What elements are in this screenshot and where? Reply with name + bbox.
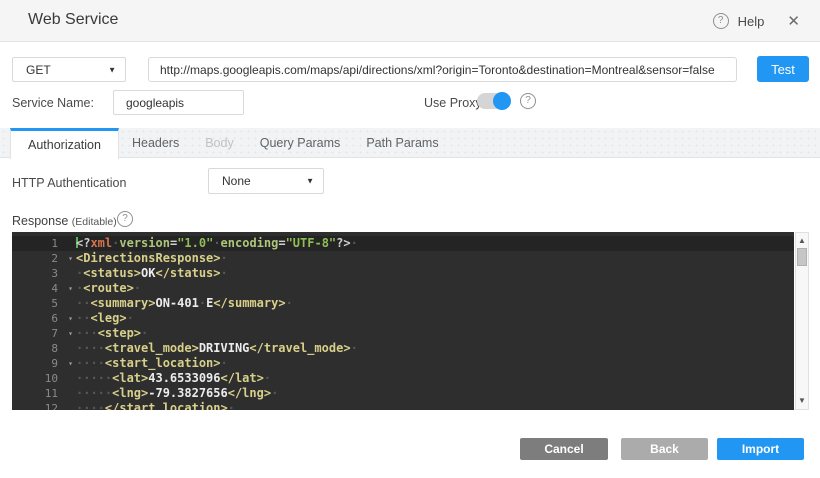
code-text[interactable]: ·····<lng>-79.3827656</lng>· [62,386,278,401]
dialog-header: Web Service ? Help ✕ [0,0,820,42]
proxy-help-icon[interactable]: ? [520,93,536,109]
back-button[interactable]: Back [621,438,708,460]
code-text[interactable]: ····</start_location>· [62,401,235,410]
editor-scrollbar[interactable]: ▲ ▼ [795,232,809,410]
tab-path-params[interactable]: Path Params [353,128,451,157]
code-text[interactable]: ·<status>OK</status>· [62,266,228,281]
line-number: 4▾ [12,281,62,296]
fold-arrow-icon[interactable]: ▾ [68,311,73,326]
http-method-value: GET [26,63,51,77]
code-text[interactable]: ·····<lat>43.6533096</lat>· [62,371,271,386]
close-icon[interactable]: ✕ [787,12,800,30]
code-line: 3·<status>OK</status>· [12,266,794,281]
code-line: 1<?xml·version="1.0"·encoding="UTF-8"?>· [12,236,794,251]
response-editable-hint: (Editable) [72,216,117,228]
code-line: 7▾···<step>· [12,326,794,341]
fold-arrow-icon[interactable]: ▾ [68,251,73,266]
scrollbar-thumb[interactable] [797,248,807,266]
line-number: 12 [12,401,62,410]
tab-query-params[interactable]: Query Params [247,128,354,157]
url-input[interactable] [148,57,737,82]
line-number: 11 [12,386,62,401]
code-line: 10·····<lat>43.6533096</lat>· [12,371,794,386]
page-title: Web Service [28,11,118,29]
response-code-editor[interactable]: 1<?xml·version="1.0"·encoding="UTF-8"?>·… [12,232,794,410]
code-line: 12····</start_location>· [12,401,794,410]
code-line: 11·····<lng>-79.3827656</lng>· [12,386,794,401]
cancel-button[interactable]: Cancel [520,438,608,460]
use-proxy-label: Use Proxy: [424,96,485,110]
line-number: 8 [12,341,62,356]
test-button[interactable]: Test [757,56,809,82]
line-number: 2▾ [12,251,62,266]
web-service-dialog: Web Service ? Help ✕ GET ▼ Test Service … [0,0,820,478]
line-number: 9▾ [12,356,62,371]
toggle-knob [493,92,511,110]
http-authentication-value: None [222,174,251,188]
tab-headers[interactable]: Headers [119,128,192,157]
line-number: 5 [12,296,62,311]
tab-bar: AuthorizationHeadersBodyQuery ParamsPath… [0,128,820,158]
line-number: 7▾ [12,326,62,341]
line-number: 3 [12,266,62,281]
chevron-down-icon: ▼ [108,65,116,74]
fold-arrow-icon[interactable]: ▾ [68,326,73,341]
line-number: 1 [12,236,62,251]
code-line: 2▾<DirectionsResponse>· [12,251,794,266]
code-text[interactable]: ····<start_location>· [62,356,228,371]
code-line: 5··<summary>ON-401·E</summary>· [12,296,794,311]
response-label: Response (Editable) [12,214,117,228]
code-line: 6▾··<leg>· [12,311,794,326]
code-text[interactable]: ···<step>· [62,326,148,341]
code-text[interactable]: ··<summary>ON-401·E</summary>· [62,296,293,311]
tab-body: Body [192,128,247,157]
line-number: 10 [12,371,62,386]
http-method-select[interactable]: GET ▼ [12,57,126,82]
scroll-down-icon[interactable]: ▼ [796,395,808,407]
help-icon[interactable]: ? [713,13,729,29]
code-text[interactable]: <DirectionsResponse>· [62,251,228,266]
code-line: 8····<travel_mode>DRIVING</travel_mode>· [12,341,794,356]
service-name-label: Service Name: [12,96,94,110]
fold-arrow-icon[interactable]: ▾ [68,356,73,371]
tab-authorization[interactable]: Authorization [10,128,119,159]
fold-arrow-icon[interactable]: ▾ [68,281,73,296]
response-help-icon[interactable]: ? [117,211,133,227]
chevron-down-icon: ▼ [306,177,314,186]
use-proxy-toggle[interactable] [477,93,510,109]
code-line: 9▾····<start_location>· [12,356,794,371]
service-name-input[interactable] [113,90,244,115]
import-button[interactable]: Import [717,438,804,460]
line-number: 6▾ [12,311,62,326]
http-authentication-label: HTTP Authentication [12,176,126,190]
help-link[interactable]: Help [738,14,765,29]
code-text[interactable]: ·<route>· [62,281,141,296]
http-authentication-select[interactable]: None ▼ [208,168,324,194]
scroll-up-icon[interactable]: ▲ [796,235,808,247]
code-text[interactable]: <?xml·version="1.0"·encoding="UTF-8"?>· [62,236,358,251]
code-line: 4▾·<route>· [12,281,794,296]
code-text[interactable]: ····<travel_mode>DRIVING</travel_mode>· [62,341,358,356]
